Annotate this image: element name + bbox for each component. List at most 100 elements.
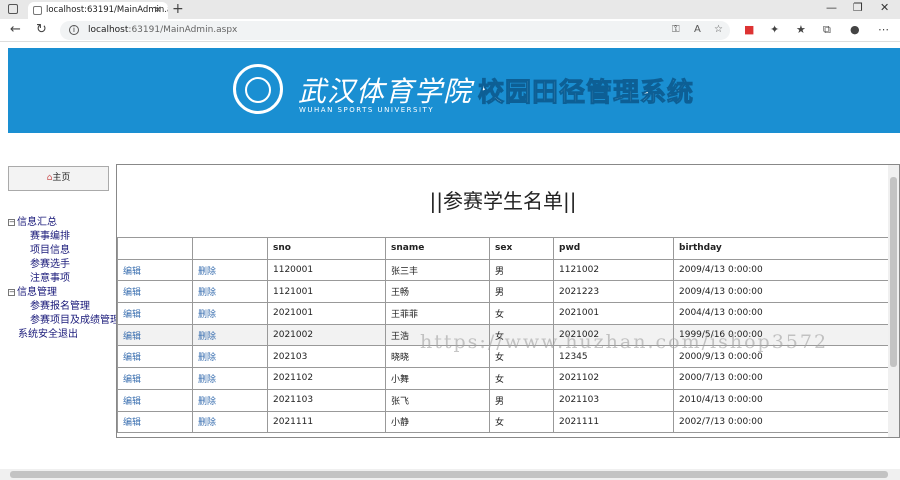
cell-pwd: 2021223 bbox=[553, 280, 674, 304]
cell-birthday: 2009/4/13 0:00:00 bbox=[673, 280, 889, 304]
horizontal-scrollbar[interactable] bbox=[0, 469, 900, 480]
edit-link[interactable]: 编辑 bbox=[117, 367, 193, 390]
cell-sno: 2021111 bbox=[267, 410, 386, 434]
home-button[interactable]: ⌂主页 bbox=[8, 166, 109, 191]
students-table: sno sname sex pwd birthday 编辑 删除 1120001 张三… bbox=[117, 237, 889, 434]
delete-link[interactable]: 删除 bbox=[192, 367, 268, 390]
extensions-puzzle-icon[interactable]: ✦ bbox=[770, 23, 779, 36]
edit-link[interactable]: 编辑 bbox=[117, 323, 193, 347]
collapse-icon[interactable]: − bbox=[8, 219, 15, 226]
cell-sname: 小舞 bbox=[385, 367, 490, 390]
cell-birthday: 2010/4/13 0:00:00 bbox=[673, 388, 889, 412]
column-header: birthday bbox=[673, 237, 889, 260]
minimize-icon[interactable]: — bbox=[826, 1, 837, 14]
delete-link[interactable]: 删除 bbox=[192, 410, 268, 434]
school-english-name: WUHAN SPORTS UNIVERSITY bbox=[299, 106, 435, 114]
cell-pwd: 2021111 bbox=[553, 410, 674, 434]
cell-sname: 王菲菲 bbox=[385, 302, 490, 325]
back-icon[interactable]: ← bbox=[10, 22, 21, 37]
sidebar-toggle-icon[interactable] bbox=[8, 4, 18, 14]
table-row: 编辑 删除 1120001 张三丰男 1121002 2009/4/13 0:00:00 bbox=[117, 258, 889, 282]
profile-avatar[interactable]: ● bbox=[850, 23, 860, 36]
cell-birthday: 2004/4/13 0:00:00 bbox=[673, 302, 889, 325]
delete-link[interactable]: 删除 bbox=[192, 345, 268, 369]
page-title: ||参赛学生名单|| bbox=[429, 189, 577, 213]
more-icon[interactable]: ⋯ bbox=[878, 23, 889, 36]
column-header: sex bbox=[489, 237, 554, 260]
table-row: 编辑 删除 2021002 王浩女 2021002 1999/5/16 0:00:00 bbox=[117, 323, 889, 347]
cell-birthday: 2000/9/13 0:00:00 bbox=[673, 345, 889, 369]
favorites-icon[interactable]: ★ bbox=[796, 23, 806, 36]
table-row: 编辑 删除 2021103 张飞男 2021103 2010/4/13 0:00:00 bbox=[117, 388, 889, 412]
close-window-icon[interactable]: ✕ bbox=[880, 1, 889, 14]
cell-sname: 小静 bbox=[385, 410, 490, 434]
cell-pwd: 2021103 bbox=[553, 388, 674, 412]
collapse-icon[interactable]: − bbox=[8, 289, 15, 296]
browser-tab[interactable]: localhost:63191/MainAdmin.asp ✕ bbox=[28, 2, 168, 19]
cell-pwd: 12345 bbox=[553, 345, 674, 369]
cell-sex: 女 bbox=[489, 367, 554, 390]
key-icon[interactable]: ⚿ bbox=[672, 24, 680, 35]
table-row: 编辑 删除 1121001 王畅男 2021223 2009/4/13 0:00:00 bbox=[117, 280, 889, 304]
table-row: 编辑 删除 2021102 小舞女 2021102 2000/7/13 0:00:00 bbox=[117, 367, 889, 390]
logout-link[interactable]: 系统安全退出 bbox=[8, 328, 120, 342]
edit-link[interactable]: 编辑 bbox=[117, 302, 193, 325]
cell-birthday: 2009/4/13 0:00:00 bbox=[673, 258, 889, 282]
cell-sno: 1120001 bbox=[267, 258, 386, 282]
cell-pwd: 1121002 bbox=[553, 258, 674, 282]
menu-item[interactable]: 项目信息 bbox=[8, 244, 120, 258]
delete-link[interactable]: 删除 bbox=[192, 323, 268, 347]
cell-sname: 晓晓 bbox=[385, 345, 490, 369]
tab-close-icon[interactable]: ✕ bbox=[154, 2, 162, 19]
cell-sno: 2021102 bbox=[267, 367, 386, 390]
cell-birthday: 2002/7/13 0:00:00 bbox=[673, 410, 889, 434]
site-banner: 武汉体育学院 WUHAN SPORTS UNIVERSITY 校园田径管理系统 bbox=[8, 48, 900, 133]
menu-item[interactable]: 参赛项目及成绩管理 bbox=[8, 314, 120, 328]
edit-link[interactable]: 编辑 bbox=[117, 345, 193, 369]
cell-pwd: 2021001 bbox=[553, 302, 674, 325]
cell-sex: 女 bbox=[489, 410, 554, 434]
cell-sname: 王畅 bbox=[385, 280, 490, 304]
delete-link[interactable]: 删除 bbox=[192, 280, 268, 304]
extension-icon[interactable]: ■ bbox=[744, 23, 754, 36]
menu-item[interactable]: 注意事项 bbox=[8, 272, 120, 286]
menu-item[interactable]: 赛事编排 bbox=[8, 230, 120, 244]
menu-group-manage[interactable]: − 信息管理 bbox=[8, 286, 120, 300]
cell-sex: 女 bbox=[489, 302, 554, 325]
info-icon[interactable]: i bbox=[69, 25, 79, 35]
cell-sex: 女 bbox=[489, 323, 554, 347]
delete-link[interactable]: 删除 bbox=[192, 388, 268, 412]
school-name: 武汉体育学院 bbox=[298, 75, 473, 108]
cell-sname: 王浩 bbox=[385, 323, 490, 347]
read-aloud-icon[interactable]: A bbox=[694, 24, 701, 35]
delete-link[interactable]: 删除 bbox=[192, 302, 268, 325]
restore-icon[interactable]: ❐ bbox=[853, 1, 863, 14]
cell-pwd: 2021002 bbox=[553, 323, 674, 347]
edit-link[interactable]: 编辑 bbox=[117, 258, 193, 282]
column-header: pwd bbox=[553, 237, 674, 260]
url-input[interactable]: i localhost:63191/MainAdmin.aspx ⚿ A ☆ bbox=[60, 21, 730, 40]
content-frame: ||参赛学生名单|| sno sname sex pwd birthday 编辑… bbox=[116, 164, 900, 438]
table-header-row: sno sname sex pwd birthday bbox=[117, 237, 889, 260]
university-logo bbox=[233, 64, 283, 114]
system-name: 校园田径管理系统 bbox=[477, 78, 695, 109]
vertical-scrollbar[interactable] bbox=[888, 165, 899, 437]
table-row: 编辑 删除 2021001 王菲菲女 2021001 2004/4/13 0:00:00 bbox=[117, 302, 889, 325]
tab-title: localhost:63191/MainAdmin.asp bbox=[46, 5, 168, 15]
favorite-icon[interactable]: ☆ bbox=[714, 24, 723, 35]
menu-item[interactable]: 参赛报名管理 bbox=[8, 300, 120, 314]
table-row: 编辑 删除 202103 晓晓女 12345 2000/9/13 0:00:00 bbox=[117, 345, 889, 369]
menu-group-summary[interactable]: − 信息汇总 bbox=[8, 216, 120, 230]
column-header: sname bbox=[385, 237, 490, 260]
delete-link[interactable]: 删除 bbox=[192, 258, 268, 282]
edit-link[interactable]: 编辑 bbox=[117, 410, 193, 434]
cell-sno: 202103 bbox=[267, 345, 386, 369]
refresh-icon[interactable]: ↻ bbox=[36, 22, 47, 37]
column-header bbox=[192, 237, 268, 260]
edit-link[interactable]: 编辑 bbox=[117, 280, 193, 304]
menu-item[interactable]: 参赛选手 bbox=[8, 258, 120, 272]
edit-link[interactable]: 编辑 bbox=[117, 388, 193, 412]
new-tab-icon[interactable]: + bbox=[172, 1, 184, 17]
collections-icon[interactable]: ⧉ bbox=[823, 23, 831, 37]
cell-sname: 张飞 bbox=[385, 388, 490, 412]
